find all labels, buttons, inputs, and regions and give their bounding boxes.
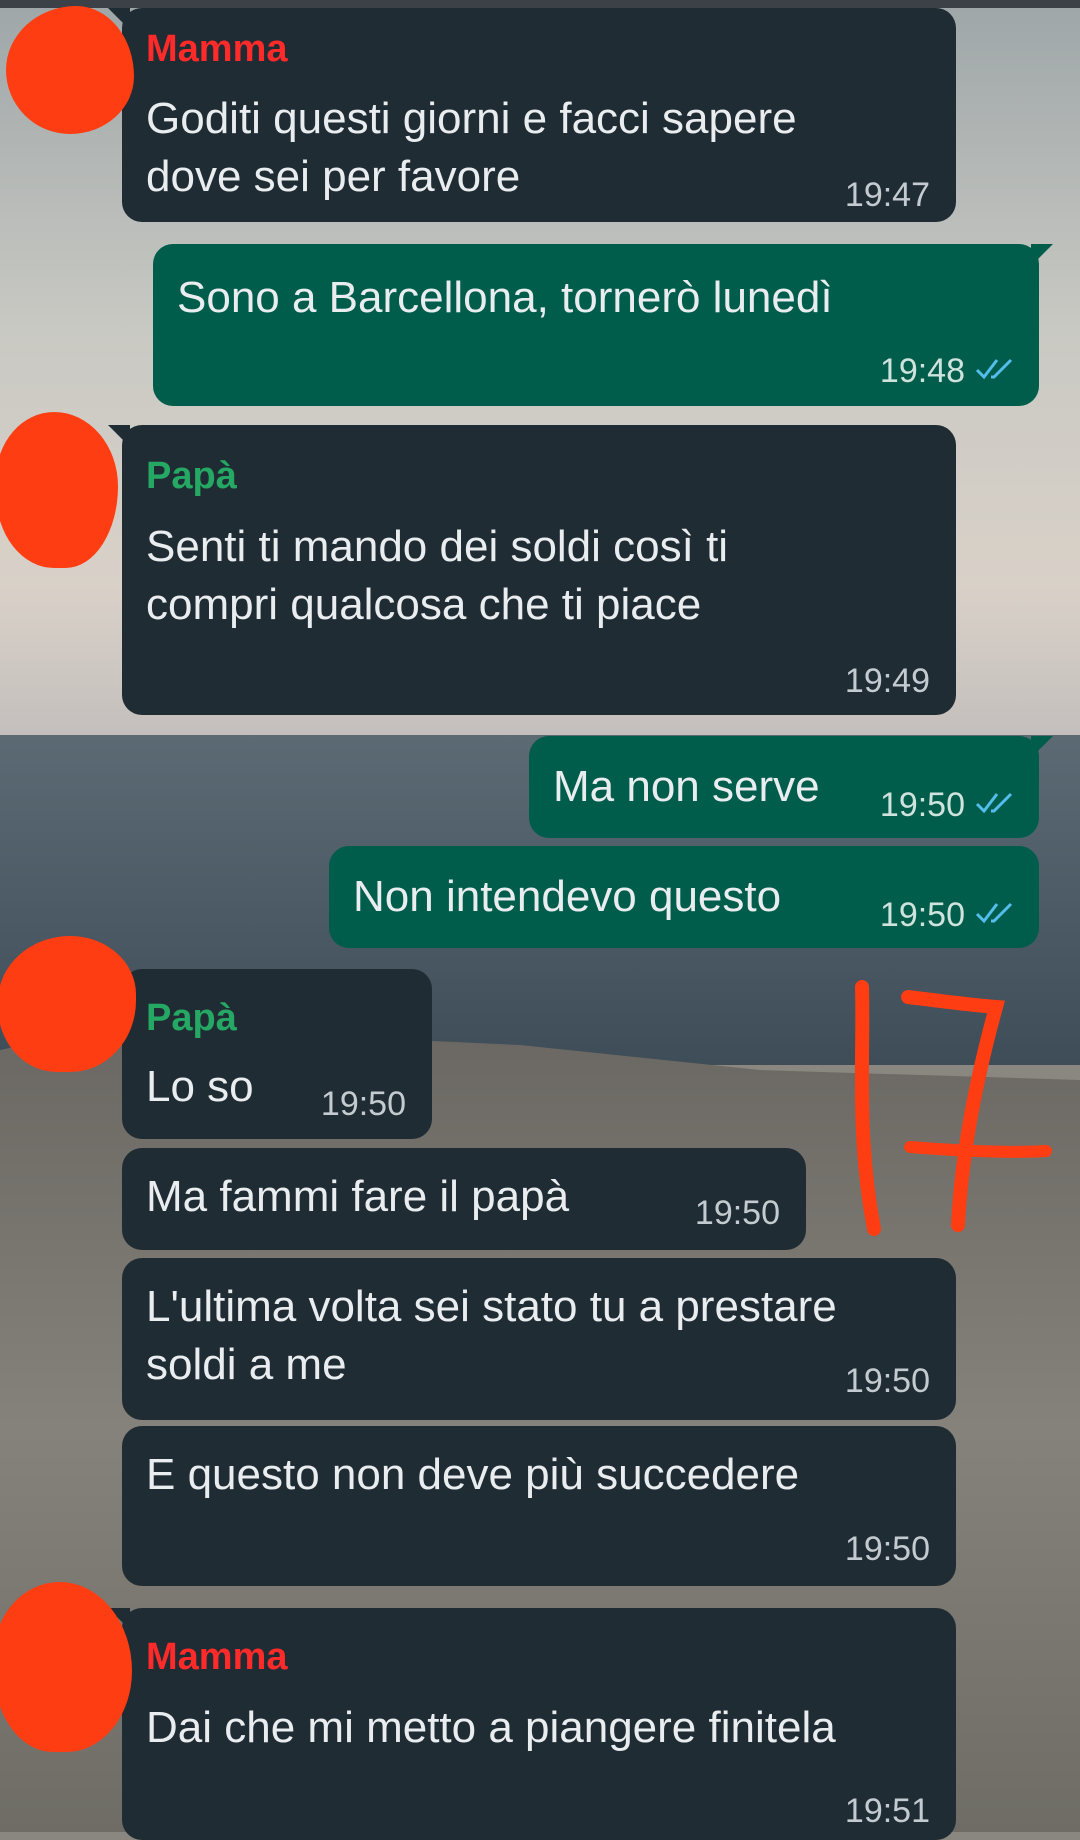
message-text: L'ultima volta sei stato tu a prestare s… (146, 1282, 837, 1389)
message-text: Sono a Barcellona, tornerò lunedì (177, 273, 833, 322)
message-time: 19:47 (844, 176, 930, 214)
sender-name: Mamma (146, 1636, 288, 1678)
redaction-scribble (0, 412, 118, 568)
redaction-scribble (6, 6, 134, 134)
message-bubble-incoming[interactable]: Ma fammi fare il papà 19:50 (122, 1148, 806, 1250)
message-time: 19:50 (694, 1194, 780, 1232)
message-bubble-incoming[interactable]: Mamma Goditi questi giorni e facci saper… (108, 8, 956, 222)
bubble-tail (108, 425, 130, 447)
sender-name: Mamma (146, 28, 288, 70)
bubble-tail (1031, 736, 1053, 758)
message-time: 19:48 (879, 352, 965, 390)
sender-name: Papà (146, 455, 237, 497)
message-text: Non intendevo questo (353, 872, 782, 921)
message-text: Ma fammi fare il papà (146, 1172, 570, 1221)
message-time: 19:50 (879, 896, 965, 934)
sender-name: Papà (146, 997, 237, 1039)
message-text: Goditi questi giorni e facci sapere dove… (146, 94, 797, 201)
message-text: Lo so (146, 1062, 254, 1111)
message-time: 19:49 (844, 662, 930, 700)
bubble-tail (1031, 244, 1053, 266)
message-bubble-incoming[interactable]: Papà Senti ti mando dei soldi così ti co… (108, 425, 956, 715)
message-text: Ma non serve (553, 762, 820, 811)
message-bubble-outgoing[interactable]: Sono a Barcellona, tornerò lunedì 19:48 (153, 244, 1053, 406)
message-time: 19:50 (844, 1362, 930, 1400)
message-time: 19:50 (320, 1085, 406, 1123)
redaction-scribble (0, 936, 136, 1072)
top-edge (0, 0, 1080, 8)
message-text: E questo non deve più succedere (146, 1450, 800, 1499)
read-ticks-icon (975, 902, 1013, 924)
message-bubble-incoming[interactable]: Mamma Dai che mi metto a piangere finite… (108, 1608, 956, 1840)
message-bubble-incoming[interactable]: E questo non deve più succedere 19:50 (122, 1426, 956, 1586)
message-time: 19:50 (844, 1530, 930, 1568)
message-time: 19:51 (844, 1792, 930, 1830)
handwritten-17-annotation (854, 980, 1052, 1236)
message-bubble-outgoing[interactable]: Non intendevo questo 19:50 (329, 846, 1039, 948)
read-ticks-icon (975, 792, 1013, 814)
message-bubble-outgoing[interactable]: Ma non serve 19:50 (529, 736, 1053, 838)
message-text: Senti ti mando dei soldi così ti compri … (146, 522, 729, 629)
message-bubble-incoming[interactable]: Papà Lo so 19:50 (108, 969, 432, 1139)
message-time: 19:50 (879, 786, 965, 824)
message-bubble-incoming[interactable]: L'ultima volta sei stato tu a prestare s… (122, 1258, 956, 1420)
read-ticks-icon (975, 358, 1013, 380)
message-text: Dai che mi metto a piangere finitela (146, 1703, 836, 1752)
